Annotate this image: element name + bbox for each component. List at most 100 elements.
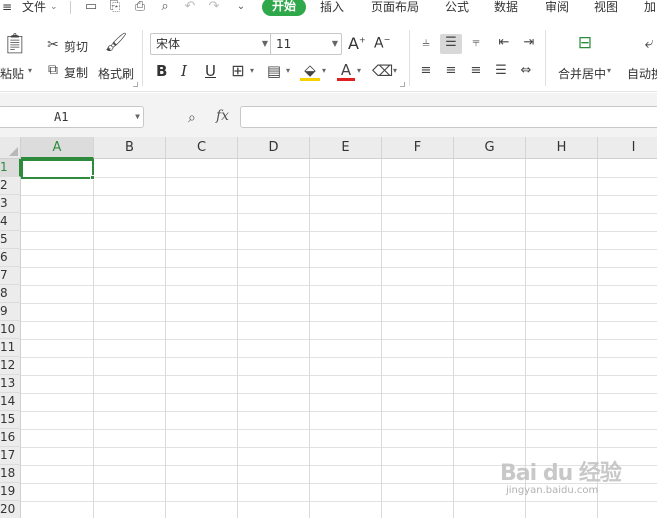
row-header-6[interactable]: 6 bbox=[0, 249, 21, 267]
increase-indent-icon[interactable]: ⇥ bbox=[519, 34, 539, 52]
row-header-7[interactable]: 7 bbox=[0, 267, 21, 285]
tab-insert[interactable]: 插入 bbox=[320, 0, 344, 16]
borders-icon[interactable]: ⊞ bbox=[228, 62, 248, 80]
row-header-10[interactable]: 10 bbox=[0, 321, 21, 339]
copy-button[interactable]: 复制 bbox=[64, 64, 88, 81]
fill-handle[interactable] bbox=[90, 175, 95, 180]
column-header-b[interactable]: B bbox=[94, 137, 166, 159]
distributed-align-icon[interactable]: ⇔ bbox=[516, 62, 536, 80]
tab-home[interactable]: 开始 bbox=[262, 0, 306, 16]
row-header-9[interactable]: 9 bbox=[0, 303, 21, 321]
decrease-indent-icon[interactable]: ⇤ bbox=[494, 34, 514, 52]
cut-button[interactable]: 剪切 bbox=[64, 38, 88, 55]
column-header-i[interactable]: I bbox=[598, 137, 657, 159]
fill-color-icon[interactable]: ⬙ bbox=[300, 61, 320, 81]
merge-center-button[interactable]: 合并居中 bbox=[558, 65, 606, 82]
row-header-20[interactable]: 20 bbox=[0, 501, 21, 518]
font-name-select[interactable]: 宋体 ▼ bbox=[150, 33, 272, 55]
file-menu[interactable]: 文件 bbox=[22, 0, 46, 16]
row-header-14[interactable]: 14 bbox=[0, 393, 21, 411]
wrap-text-button[interactable]: 自动换 bbox=[627, 65, 657, 82]
row-header-4[interactable]: 4 bbox=[0, 213, 21, 231]
underline-button[interactable]: U bbox=[205, 62, 216, 80]
gridline bbox=[453, 159, 454, 518]
undo-icon[interactable]: ↶ bbox=[182, 0, 198, 16]
row-header-5[interactable]: 5 bbox=[0, 231, 21, 249]
merge-chevron-icon[interactable]: ▾ bbox=[607, 66, 611, 75]
print-preview-icon[interactable]: ⌕ bbox=[157, 0, 173, 16]
output-icon[interactable]: ⎘ bbox=[107, 0, 123, 16]
clipboard-group-expand-icon[interactable] bbox=[133, 82, 138, 87]
justify-icon[interactable]: ☰ bbox=[491, 62, 511, 80]
row-header-19[interactable]: 19 bbox=[0, 483, 21, 501]
row-header-1[interactable]: 1 bbox=[0, 159, 21, 177]
active-cell-a1[interactable] bbox=[21, 159, 94, 179]
align-middle-icon[interactable]: ☰ bbox=[441, 34, 461, 52]
align-left-icon[interactable]: ≡ bbox=[416, 62, 436, 80]
align-right-icon[interactable]: ≡ bbox=[466, 62, 486, 80]
row-header-13[interactable]: 13 bbox=[0, 375, 21, 393]
insert-function-button[interactable]: fx bbox=[216, 108, 229, 124]
tab-review[interactable]: 审阅 bbox=[545, 0, 569, 16]
align-bottom-icon[interactable]: ⫧ bbox=[466, 34, 486, 52]
format-painter-button[interactable]: 格式刷 bbox=[98, 65, 134, 82]
column-header-g[interactable]: G bbox=[454, 137, 526, 159]
column-header-e[interactable]: E bbox=[310, 137, 382, 159]
paste-button[interactable]: 粘贴 bbox=[0, 65, 24, 82]
row-header-15[interactable]: 15 bbox=[0, 411, 21, 429]
tab-data[interactable]: 数据 bbox=[494, 0, 518, 16]
eraser-icon[interactable]: ⌫ bbox=[372, 62, 393, 80]
decrease-font-button[interactable]: A− bbox=[374, 35, 390, 52]
format-painter-icon[interactable]: 🖌︎ bbox=[104, 34, 128, 52]
tab-addons[interactable]: 加 bbox=[644, 0, 656, 16]
merge-center-icon[interactable]: ⊟ bbox=[573, 34, 597, 56]
font-color-icon[interactable]: A bbox=[337, 61, 355, 81]
file-menu-chevron-icon[interactable]: ⌄ bbox=[50, 0, 58, 16]
hamburger-icon[interactable]: ≡ bbox=[2, 0, 12, 16]
save-icon[interactable]: ▭ bbox=[83, 0, 99, 16]
row-header-17[interactable]: 17 bbox=[0, 447, 21, 465]
column-header-h[interactable]: H bbox=[526, 137, 598, 159]
chevron-down-icon: ▼ bbox=[331, 39, 338, 48]
tab-formulas[interactable]: 公式 bbox=[445, 0, 469, 16]
increase-font-button[interactable]: A+ bbox=[348, 34, 366, 53]
row-header-16[interactable]: 16 bbox=[0, 429, 21, 447]
font-group-expand-icon[interactable] bbox=[400, 82, 405, 87]
zoom-icon[interactable]: ⌕ bbox=[188, 109, 206, 127]
clear-chevron-icon[interactable]: ▾ bbox=[393, 66, 397, 75]
paste-icon[interactable]: 📋︎ bbox=[2, 33, 28, 58]
wrap-text-icon[interactable]: ⤶ bbox=[638, 34, 657, 52]
column-header-d[interactable]: D bbox=[238, 137, 310, 159]
column-header-a[interactable]: A bbox=[21, 137, 94, 159]
font-color-chevron-icon[interactable]: ▾ bbox=[357, 66, 361, 75]
select-all-corner[interactable] bbox=[0, 137, 21, 159]
column-header-f[interactable]: F bbox=[382, 137, 454, 159]
row-header-12[interactable]: 12 bbox=[0, 357, 21, 375]
gridline bbox=[21, 447, 657, 448]
name-box[interactable]: A1 ▼ bbox=[0, 106, 144, 128]
formula-input[interactable] bbox=[240, 106, 657, 128]
borders-chevron-icon[interactable]: ▾ bbox=[250, 66, 254, 75]
paste-chevron-icon[interactable]: ▾ bbox=[28, 66, 32, 75]
align-top-icon[interactable]: ⫨ bbox=[416, 34, 436, 52]
row-header-11[interactable]: 11 bbox=[0, 339, 21, 357]
redo-icon[interactable]: ↷ bbox=[206, 0, 222, 16]
print-icon[interactable]: ⎙ bbox=[132, 0, 148, 16]
cell-style-icon[interactable]: ▤ bbox=[264, 62, 284, 80]
cell-style-chevron-icon[interactable]: ▾ bbox=[286, 66, 290, 75]
copy-icon[interactable]: ⧉ bbox=[44, 61, 62, 79]
tab-page-layout[interactable]: 页面布局 bbox=[371, 0, 419, 16]
row-header-3[interactable]: 3 bbox=[0, 195, 21, 213]
scissors-icon[interactable]: ✂ bbox=[44, 36, 62, 54]
fill-color-chevron-icon[interactable]: ▾ bbox=[322, 66, 326, 75]
italic-button[interactable]: I bbox=[181, 62, 187, 80]
row-header-2[interactable]: 2 bbox=[0, 177, 21, 195]
align-center-icon[interactable]: ≡ bbox=[441, 62, 461, 80]
bold-button[interactable]: B bbox=[156, 62, 167, 80]
column-header-c[interactable]: C bbox=[166, 137, 238, 159]
row-header-18[interactable]: 18 bbox=[0, 465, 21, 483]
customize-chevron-icon[interactable]: ⌄ bbox=[233, 0, 249, 16]
tab-view[interactable]: 视图 bbox=[594, 0, 618, 16]
row-header-8[interactable]: 8 bbox=[0, 285, 21, 303]
font-size-select[interactable]: 11 ▼ bbox=[270, 33, 342, 55]
